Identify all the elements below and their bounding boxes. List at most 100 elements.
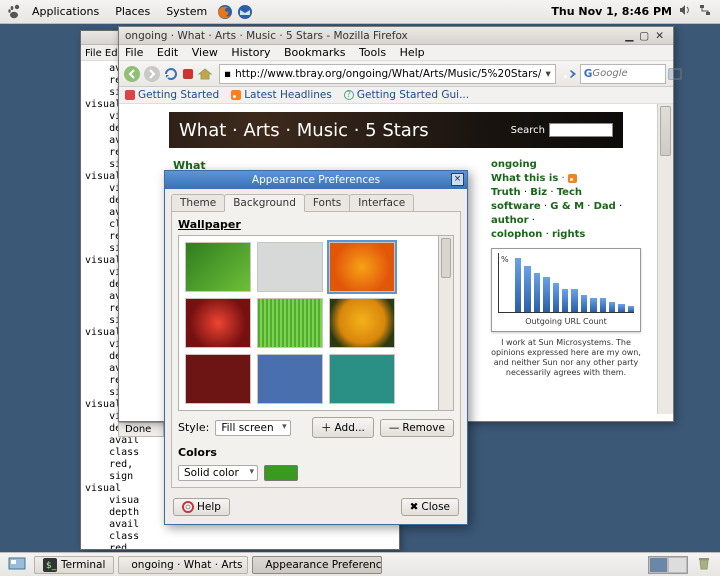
- wallpaper-thumb-orange-flower[interactable]: [329, 242, 395, 292]
- search-input[interactable]: [592, 68, 662, 79]
- chart-bar: [553, 283, 559, 312]
- menu-view[interactable]: View: [192, 46, 218, 59]
- network-icon[interactable]: [698, 3, 712, 20]
- url-text[interactable]: http://www.tbray.org/ongoing/What/Arts/M…: [235, 68, 541, 80]
- system-tray: Thu Nov 1, 8:46 PM: [551, 3, 716, 20]
- workspace-switcher[interactable]: [648, 556, 688, 574]
- wallpaper-thumb-grey-plain[interactable]: [257, 242, 323, 292]
- workspace-2[interactable]: [668, 557, 687, 573]
- tab-background[interactable]: Background: [224, 194, 305, 212]
- firefox-toolbar: ▪ http://www.tbray.org/ongoing/What/Arts…: [119, 61, 673, 87]
- maximize-icon[interactable]: ▢: [639, 30, 649, 42]
- style-combo[interactable]: Fill screen: [215, 420, 290, 436]
- scrollbar-thumb[interactable]: [441, 238, 451, 278]
- link-software[interactable]: software: [491, 201, 541, 212]
- prefs-title: Appearance Preferences: [252, 174, 380, 186]
- go-button[interactable]: [564, 63, 578, 85]
- link-gm[interactable]: G & M: [550, 201, 584, 212]
- chart-bar: [524, 266, 530, 312]
- stop-button[interactable]: [181, 63, 195, 85]
- bookmark-getting-started[interactable]: Getting Started: [125, 89, 219, 101]
- sidebar-title[interactable]: ongoing: [491, 159, 537, 170]
- banner-search-label: Search: [511, 125, 545, 136]
- google-icon: G: [584, 68, 593, 80]
- minimize-icon[interactable]: ▁: [625, 30, 633, 42]
- wallpaper-thumb-dark-red[interactable]: [185, 354, 251, 404]
- task-appearance-prefs[interactable]: Appearance Preferenc...: [252, 556, 382, 574]
- link-biz[interactable]: Biz: [530, 187, 547, 198]
- bookmark-icon: [125, 90, 135, 100]
- trash-icon[interactable]: [692, 555, 716, 574]
- banner-search-input[interactable]: [549, 123, 613, 137]
- tab-interface[interactable]: Interface: [349, 194, 414, 211]
- url-bar[interactable]: ▪ http://www.tbray.org/ongoing/What/Arts…: [219, 64, 556, 84]
- menu-tools[interactable]: Tools: [359, 46, 386, 59]
- prefs-tabs: Theme Background Fonts Interface: [165, 189, 467, 211]
- menu-help[interactable]: Help: [400, 46, 425, 59]
- show-desktop-button[interactable]: [4, 555, 30, 574]
- system-menu[interactable]: System: [158, 5, 215, 18]
- applications-menu[interactable]: Applications: [24, 5, 107, 18]
- menu-bookmarks[interactable]: Bookmarks: [284, 46, 345, 59]
- places-menu[interactable]: Places: [107, 5, 158, 18]
- menu-history[interactable]: History: [231, 46, 270, 59]
- link-truth[interactable]: Truth: [491, 187, 521, 198]
- color-swatch-button[interactable]: [264, 465, 298, 481]
- close-icon[interactable]: ✕: [655, 30, 664, 42]
- prefs-close-icon[interactable]: ×: [451, 173, 464, 186]
- back-button[interactable]: [123, 63, 141, 85]
- thunderbird-launcher-icon[interactable]: [235, 2, 255, 22]
- gnome-top-panel: Applications Places System Thu Nov 1, 8:…: [0, 0, 720, 24]
- close-button[interactable]: ✖ Close: [401, 498, 459, 516]
- sidebar-icon[interactable]: [668, 63, 682, 85]
- gnome-foot-icon[interactable]: [4, 2, 24, 22]
- prefs-titlebar[interactable]: Appearance Preferences ×: [165, 171, 467, 189]
- menu-file[interactable]: File: [125, 46, 143, 59]
- content-scrollbar[interactable]: [657, 104, 673, 414]
- bookmark-latest-headlines[interactable]: Latest Headlines: [231, 89, 332, 101]
- chart-bar: [609, 302, 615, 312]
- link-dad[interactable]: Dad: [594, 201, 616, 212]
- chart-bar: [581, 295, 587, 312]
- colors-combo[interactable]: Solid color: [178, 465, 258, 481]
- wallpaper-thumb-leaf-green[interactable]: [185, 242, 251, 292]
- link-colophon[interactable]: colophon: [491, 229, 542, 240]
- sidebar-what-this-is[interactable]: What this is: [491, 173, 558, 184]
- menu-edit[interactable]: Edit: [157, 46, 178, 59]
- scrollbar-thumb[interactable]: [660, 106, 671, 156]
- rss-icon[interactable]: [568, 174, 577, 183]
- colors-heading: Colors: [178, 446, 454, 459]
- link-tech[interactable]: Tech: [557, 187, 582, 198]
- workspace-1[interactable]: [649, 557, 668, 573]
- task-terminal[interactable]: $_ Terminal: [34, 556, 114, 574]
- wallpaper-thumb-red-flower[interactable]: [185, 298, 251, 348]
- prefs-body: Wallpaper Style: Fill screen ＋Add... —Re…: [171, 211, 461, 488]
- wallpaper-thumb-blue[interactable]: [257, 354, 323, 404]
- dropdown-icon[interactable]: ▾: [545, 68, 550, 80]
- help-icon: ?: [344, 90, 354, 100]
- wallpaper-thumb-grass[interactable]: [257, 298, 323, 348]
- tab-theme[interactable]: Theme: [171, 194, 225, 211]
- home-button[interactable]: [197, 63, 213, 85]
- chart-bar: [534, 273, 540, 312]
- wallpaper-thumb-yellow-flower[interactable]: [329, 298, 395, 348]
- volume-icon[interactable]: [678, 3, 692, 20]
- wallpaper-thumb-teal[interactable]: [329, 354, 395, 404]
- wallpaper-scrollbar[interactable]: [439, 235, 454, 411]
- help-button[interactable]: Help: [173, 498, 230, 516]
- clock[interactable]: Thu Nov 1, 8:46 PM: [551, 5, 672, 18]
- tab-fonts[interactable]: Fonts: [304, 194, 350, 211]
- link-author[interactable]: author: [491, 215, 529, 226]
- remove-button[interactable]: —Remove: [380, 419, 454, 437]
- add-button[interactable]: ＋Add...: [312, 417, 374, 438]
- minus-icon: —: [389, 422, 400, 434]
- chart-bar: [562, 289, 568, 312]
- link-rights[interactable]: rights: [552, 229, 585, 240]
- forward-button[interactable]: [143, 63, 161, 85]
- bookmark-getting-started-guide[interactable]: ?Getting Started Gui...: [344, 89, 469, 101]
- search-bar[interactable]: G: [580, 64, 667, 84]
- reload-button[interactable]: [163, 63, 179, 85]
- firefox-titlebar[interactable]: ongoing · What · Arts · Music · 5 Stars …: [119, 27, 673, 45]
- task-firefox[interactable]: ongoing · What · Arts · ...: [118, 556, 248, 574]
- firefox-launcher-icon[interactable]: [215, 2, 235, 22]
